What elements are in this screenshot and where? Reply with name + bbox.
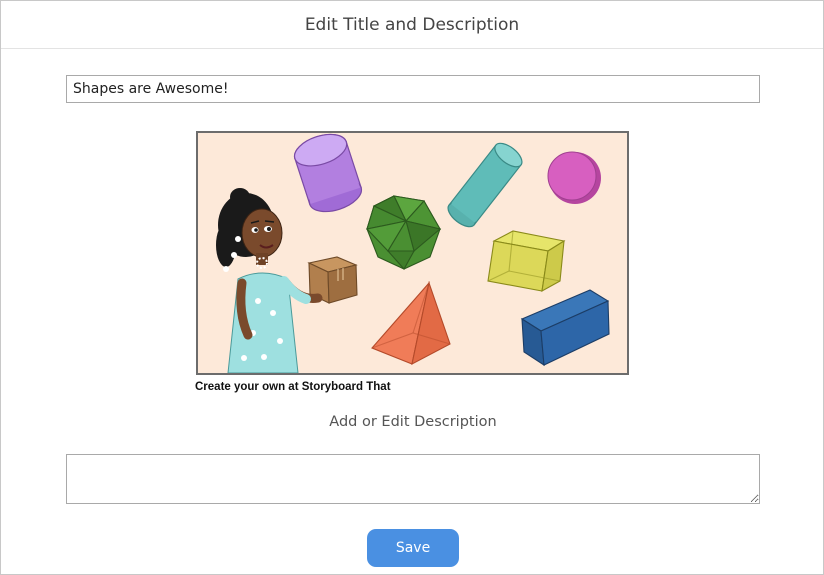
save-button[interactable]: Save bbox=[367, 529, 459, 567]
green-icosahedron-shape bbox=[365, 195, 442, 270]
orange-pyramid-shape bbox=[371, 280, 451, 366]
girl-character bbox=[216, 188, 323, 373]
dialog-title: Edit Title and Description bbox=[304, 14, 520, 35]
storyboard-scene bbox=[216, 133, 610, 373]
storyboard-image bbox=[196, 131, 629, 375]
blue-prism-shape bbox=[520, 289, 610, 367]
pink-sphere-shape bbox=[547, 151, 601, 204]
description-textarea[interactable] bbox=[66, 454, 760, 504]
description-label: Add or Edit Description bbox=[329, 414, 497, 430]
storyboard-credit: Create your own at Storyboard That bbox=[195, 381, 391, 393]
edit-dialog: Edit Title and Description Shapes are Aw… bbox=[0, 0, 824, 575]
purple-cylinder-shape bbox=[293, 133, 363, 213]
dialog-header: Edit Title and Description bbox=[1, 1, 823, 49]
teal-cylinder-shape bbox=[447, 142, 523, 228]
yellow-cube-shape bbox=[487, 230, 566, 293]
title-input[interactable] bbox=[66, 75, 760, 103]
